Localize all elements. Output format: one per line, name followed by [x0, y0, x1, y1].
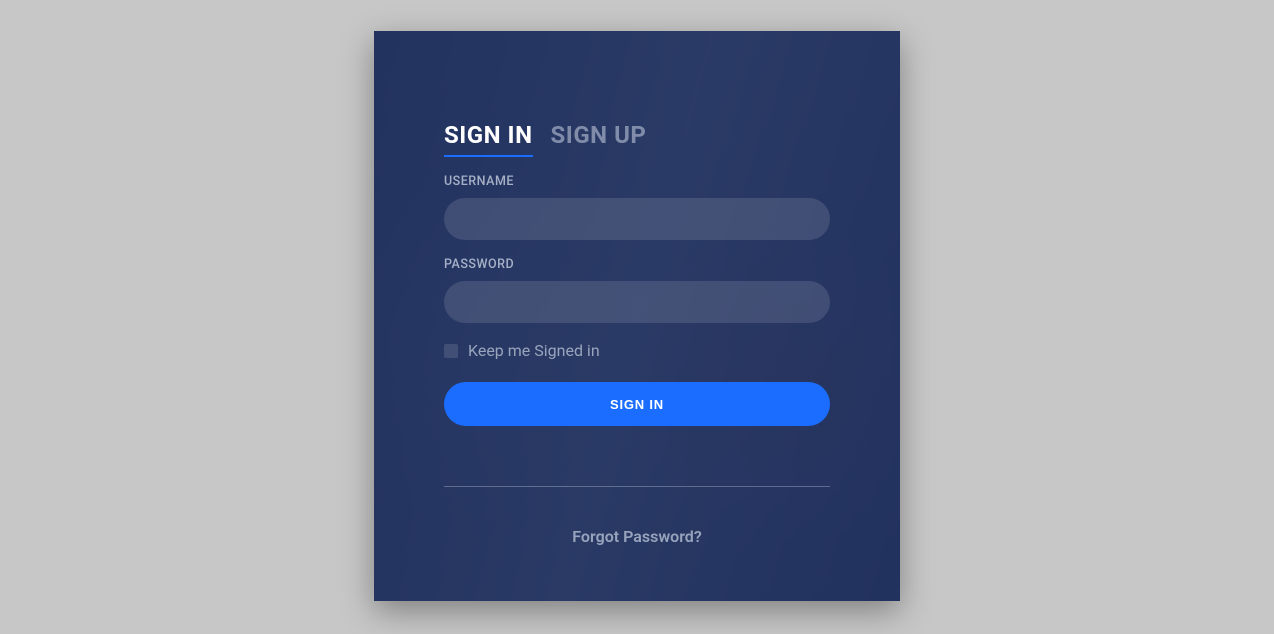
keep-signed-in-checkbox[interactable]: [444, 344, 458, 358]
signin-button[interactable]: SIGN IN: [444, 382, 830, 426]
password-input[interactable]: [444, 281, 830, 323]
tab-signin[interactable]: SIGN IN: [444, 121, 533, 157]
forgot-password-link[interactable]: Forgot Password?: [444, 527, 830, 546]
keep-signed-in-row: Keep me Signed in: [444, 341, 830, 360]
username-group: USERNAME: [444, 174, 830, 240]
auth-tabs: SIGN IN SIGN UP: [444, 121, 830, 157]
tab-signup[interactable]: SIGN UP: [551, 121, 647, 155]
username-input[interactable]: [444, 198, 830, 240]
keep-signed-in-label: Keep me Signed in: [468, 341, 600, 360]
username-label: USERNAME: [444, 174, 830, 189]
divider: [444, 486, 830, 487]
password-group: PASSWORD: [444, 257, 830, 323]
password-label: PASSWORD: [444, 257, 830, 272]
login-content: SIGN IN SIGN UP USERNAME PASSWORD Keep m…: [374, 31, 900, 601]
login-card: SIGN IN SIGN UP USERNAME PASSWORD Keep m…: [374, 31, 900, 601]
